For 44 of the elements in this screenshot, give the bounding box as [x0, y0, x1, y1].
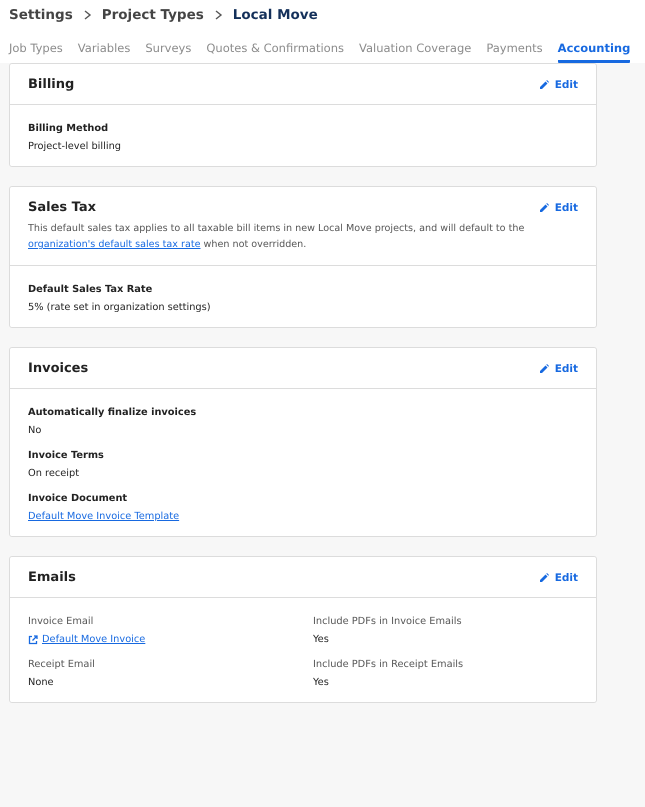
field-value: On receipt: [28, 468, 80, 479]
edit-button[interactable]: Edit: [540, 362, 578, 374]
external-link-icon: [28, 634, 38, 644]
section-title: Billing: [28, 77, 74, 92]
field-label: Default Sales Tax Rate: [28, 284, 154, 295]
tab[interactable]: Variables: [78, 35, 130, 63]
pencil-icon: [540, 80, 549, 89]
section-title: Invoices: [28, 361, 88, 376]
edit-button[interactable]: Edit: [540, 78, 578, 90]
section-title: Sales Tax: [28, 200, 96, 215]
pencil-icon: [540, 573, 549, 582]
chevron-right-icon: [214, 10, 223, 20]
field-label: Invoice Email: [28, 616, 94, 627]
sales-tax-link[interactable]: organization's default sales tax rate: [28, 239, 200, 250]
edit-button[interactable]: Edit: [540, 202, 578, 214]
breadcrumb-item[interactable]: Settings: [9, 7, 73, 23]
section-description: This default sales tax applies to all taxable bill items in new Local Move projects, and will default to the organization's default sales tax rate when not overridden.: [28, 222, 526, 252]
tab[interactable]: Surveys: [145, 35, 192, 63]
field-label: Invoice Document: [28, 493, 128, 504]
field-label: Invoice Terms: [28, 450, 105, 461]
email-template-link[interactable]: Default Move Invoice: [28, 634, 146, 645]
pencil-icon: [540, 203, 549, 212]
tab[interactable]: Payments: [486, 35, 543, 63]
field-value: No: [28, 425, 42, 436]
tab[interactable]: Valuation Coverage: [358, 35, 472, 63]
field-label: Include PDFs in Invoice Emails: [313, 616, 463, 627]
tab[interactable]: Quotes & Confirmations: [206, 35, 344, 63]
field-value: 5% (rate set in organization settings): [28, 302, 212, 313]
document-link[interactable]: Default Move Invoice Template: [28, 511, 180, 522]
breadcrumb-item[interactable]: Project Types: [102, 7, 204, 23]
field-label: Billing Method: [28, 123, 110, 134]
section-title: Emails: [28, 570, 76, 585]
field-label: Automatically finalize invoices: [28, 407, 198, 418]
field-label: Receipt Email: [28, 659, 96, 670]
edit-button[interactable]: Edit: [540, 572, 578, 584]
field-value: None: [28, 677, 55, 688]
field-value: Yes: [313, 677, 330, 688]
breadcrumb-item: Local Move: [232, 7, 318, 23]
field-value: Project-level billing: [28, 141, 122, 152]
field-label: Include PDFs in Receipt Emails: [313, 659, 464, 670]
pencil-icon: [540, 364, 549, 373]
tab[interactable]: Job Types: [9, 35, 63, 63]
chevron-right-icon: [82, 10, 92, 20]
field-value: Yes: [313, 634, 330, 645]
